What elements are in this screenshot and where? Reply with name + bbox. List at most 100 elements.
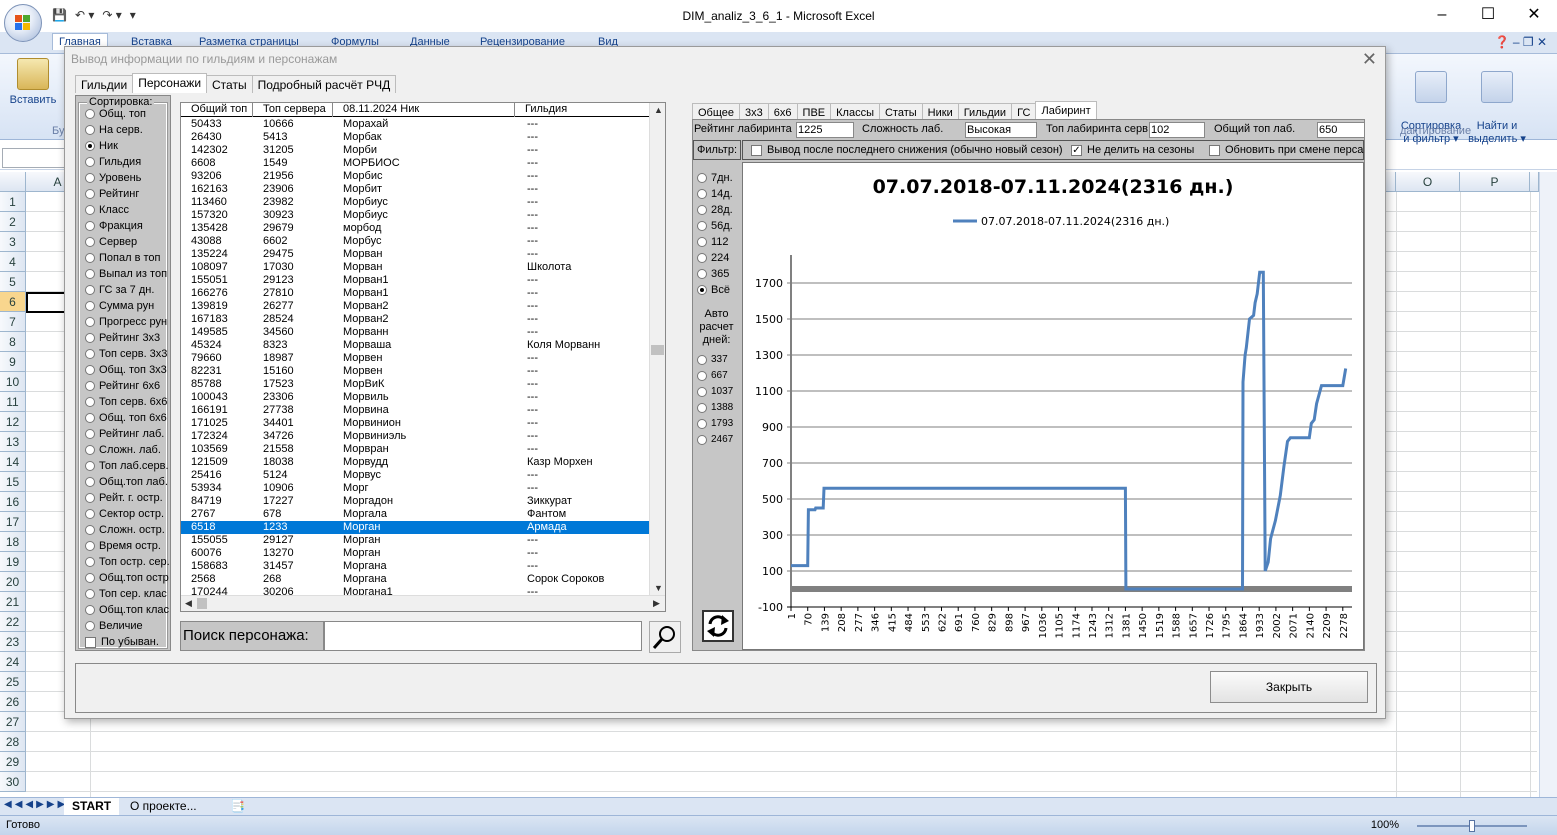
column-header-server-top[interactable]: Топ сервера: [253, 103, 333, 117]
row-header[interactable]: 29: [0, 752, 26, 772]
sort-option[interactable]: Сложн. остр.: [85, 524, 165, 536]
row-header[interactable]: 28: [0, 732, 26, 752]
column-header-guild[interactable]: Гильдия: [515, 103, 651, 117]
sort-option[interactable]: Топ остр. сер.: [85, 556, 170, 568]
row-header[interactable]: 1: [0, 192, 26, 212]
close-icon[interactable]: ✕: [1511, 0, 1557, 30]
radio-icon[interactable]: [697, 402, 707, 413]
radio-icon[interactable]: [85, 381, 95, 391]
row-header[interactable]: 10: [0, 372, 26, 392]
column-header[interactable]: O: [1396, 172, 1460, 192]
sort-option[interactable]: Общ. топ 3х3: [85, 364, 167, 376]
radio-icon[interactable]: [85, 317, 95, 327]
sort-option[interactable]: Гильдия: [85, 156, 141, 168]
period-option[interactable]: 56д.: [697, 220, 733, 232]
sort-option[interactable]: Класс: [85, 204, 129, 216]
radio-icon[interactable]: [697, 386, 707, 397]
list-item[interactable]: 43088 6602 Морбус ---: [181, 235, 651, 248]
checkbox-icon[interactable]: [751, 144, 762, 156]
list-item[interactable]: 135224 29475 Морван ---: [181, 248, 651, 261]
radio-icon[interactable]: [85, 285, 95, 295]
radio-icon[interactable]: [85, 205, 95, 215]
period-option[interactable]: 28д.: [697, 204, 733, 216]
list-item[interactable]: 85788 17523 МорВиК ---: [181, 378, 651, 391]
sub-tab[interactable]: Лабиринт: [1035, 101, 1097, 121]
row-header[interactable]: 6: [0, 292, 26, 312]
sort-option[interactable]: Попал в топ: [85, 252, 160, 264]
radio-icon[interactable]: [85, 237, 95, 247]
sort-option[interactable]: Рейтинг: [85, 188, 139, 200]
list-item[interactable]: 157320 30923 Морбиус ---: [181, 209, 651, 222]
list-item[interactable]: 103569 21558 Морвран ---: [181, 443, 651, 456]
radio-icon[interactable]: [697, 418, 707, 429]
radio-icon[interactable]: [85, 221, 95, 231]
scroll-left-icon[interactable]: ◀: [185, 598, 192, 609]
sort-option[interactable]: Общ.топ клас: [85, 604, 169, 616]
checkbox-icon[interactable]: [85, 636, 96, 648]
row-header[interactable]: 16: [0, 492, 26, 512]
filter-option[interactable]: Обновить при смене перса: [1209, 144, 1363, 156]
sort-option[interactable]: Ник: [85, 140, 118, 152]
list-item[interactable]: 155055 29127 Морган ---: [181, 534, 651, 547]
refresh-button[interactable]: [702, 610, 734, 642]
main-tab[interactable]: Статы: [206, 75, 253, 93]
list-item[interactable]: 53934 10906 Морг ---: [181, 482, 651, 495]
auto-day-option[interactable]: 667: [697, 370, 728, 381]
list-item[interactable]: 79660 18987 Морвен ---: [181, 352, 651, 365]
paste-button[interactable]: Вставить: [6, 58, 60, 106]
radio-icon[interactable]: [85, 349, 95, 359]
zoom-slider[interactable]: [1417, 820, 1527, 832]
sort-option[interactable]: Общ.топ остр: [85, 572, 169, 584]
column-header-global-top[interactable]: Общий топ: [181, 103, 253, 117]
period-option[interactable]: 112: [697, 236, 729, 248]
list-item[interactable]: 172324 34726 Морвиниэль ---: [181, 430, 651, 443]
insert-sheet-icon[interactable]: 📑: [222, 798, 253, 815]
row-header[interactable]: 19: [0, 552, 26, 572]
radio-icon[interactable]: [85, 525, 95, 535]
list-item[interactable]: 166191 27738 Морвина ---: [181, 404, 651, 417]
radio-icon[interactable]: [697, 370, 707, 381]
sort-option[interactable]: Топ лаб.серв.: [85, 460, 169, 472]
row-header[interactable]: 21: [0, 592, 26, 612]
main-tab[interactable]: Подробный расчёт РЧД: [251, 75, 397, 93]
sort-option[interactable]: Сервер: [85, 236, 137, 248]
list-item[interactable]: 139819 26277 Морван2 ---: [181, 300, 651, 313]
sort-option[interactable]: Рейтинг 6х6: [85, 380, 160, 392]
radio-icon[interactable]: [85, 589, 95, 599]
sort-option[interactable]: Общ.топ лаб.: [85, 476, 168, 488]
list-item[interactable]: 121509 18038 Морвудд Казр Морхен: [181, 456, 651, 469]
radio-icon[interactable]: [85, 253, 95, 263]
list-item[interactable]: 108097 17030 Морван Школота: [181, 261, 651, 274]
row-header[interactable]: 22: [0, 612, 26, 632]
radio-icon[interactable]: [85, 605, 95, 615]
sort-option[interactable]: Выпал из топ: [85, 268, 167, 280]
auto-day-option[interactable]: 1793: [697, 418, 733, 429]
sheet-vertical-scrollbar[interactable]: [1539, 172, 1557, 797]
list-item[interactable]: 60076 13270 Морган ---: [181, 547, 651, 560]
row-header[interactable]: 9: [0, 352, 26, 372]
find-select-button[interactable]: Найти и выделить ▾: [1466, 58, 1528, 159]
filter-option[interactable]: ✓ Не делить на сезоны: [1071, 144, 1194, 156]
list-item[interactable]: 171025 34401 Морвинион ---: [181, 417, 651, 430]
list-item[interactable]: 6518 1233 Морган Армада: [181, 521, 651, 534]
list-item[interactable]: 84719 17227 Моргадон Зиккурат: [181, 495, 651, 508]
radio-icon[interactable]: [85, 365, 95, 375]
list-item[interactable]: 25416 5124 Морвус ---: [181, 469, 651, 482]
row-header[interactable]: 15: [0, 472, 26, 492]
radio-icon[interactable]: [697, 173, 707, 183]
auto-day-option[interactable]: 1388: [697, 402, 733, 413]
radio-icon[interactable]: [697, 205, 707, 215]
list-item[interactable]: 50433 10666 Морахай ---: [181, 118, 651, 131]
descending-checkbox[interactable]: По убыван.: [85, 636, 159, 648]
help-icon[interactable]: ❓ – ❐ ✕: [1495, 35, 1547, 49]
radio-icon[interactable]: [697, 253, 707, 263]
row-header[interactable]: 3: [0, 232, 26, 252]
radio-icon[interactable]: [697, 434, 707, 445]
radio-icon[interactable]: [85, 397, 95, 407]
row-header[interactable]: 25: [0, 672, 26, 692]
dialog-close-icon[interactable]: ✕: [1362, 49, 1377, 70]
radio-icon[interactable]: [85, 557, 95, 567]
sheet-nav-arrows[interactable]: ◀◀◀▶▶▶: [4, 799, 68, 810]
radio-icon[interactable]: [85, 125, 95, 135]
column-header[interactable]: P: [1460, 172, 1530, 192]
